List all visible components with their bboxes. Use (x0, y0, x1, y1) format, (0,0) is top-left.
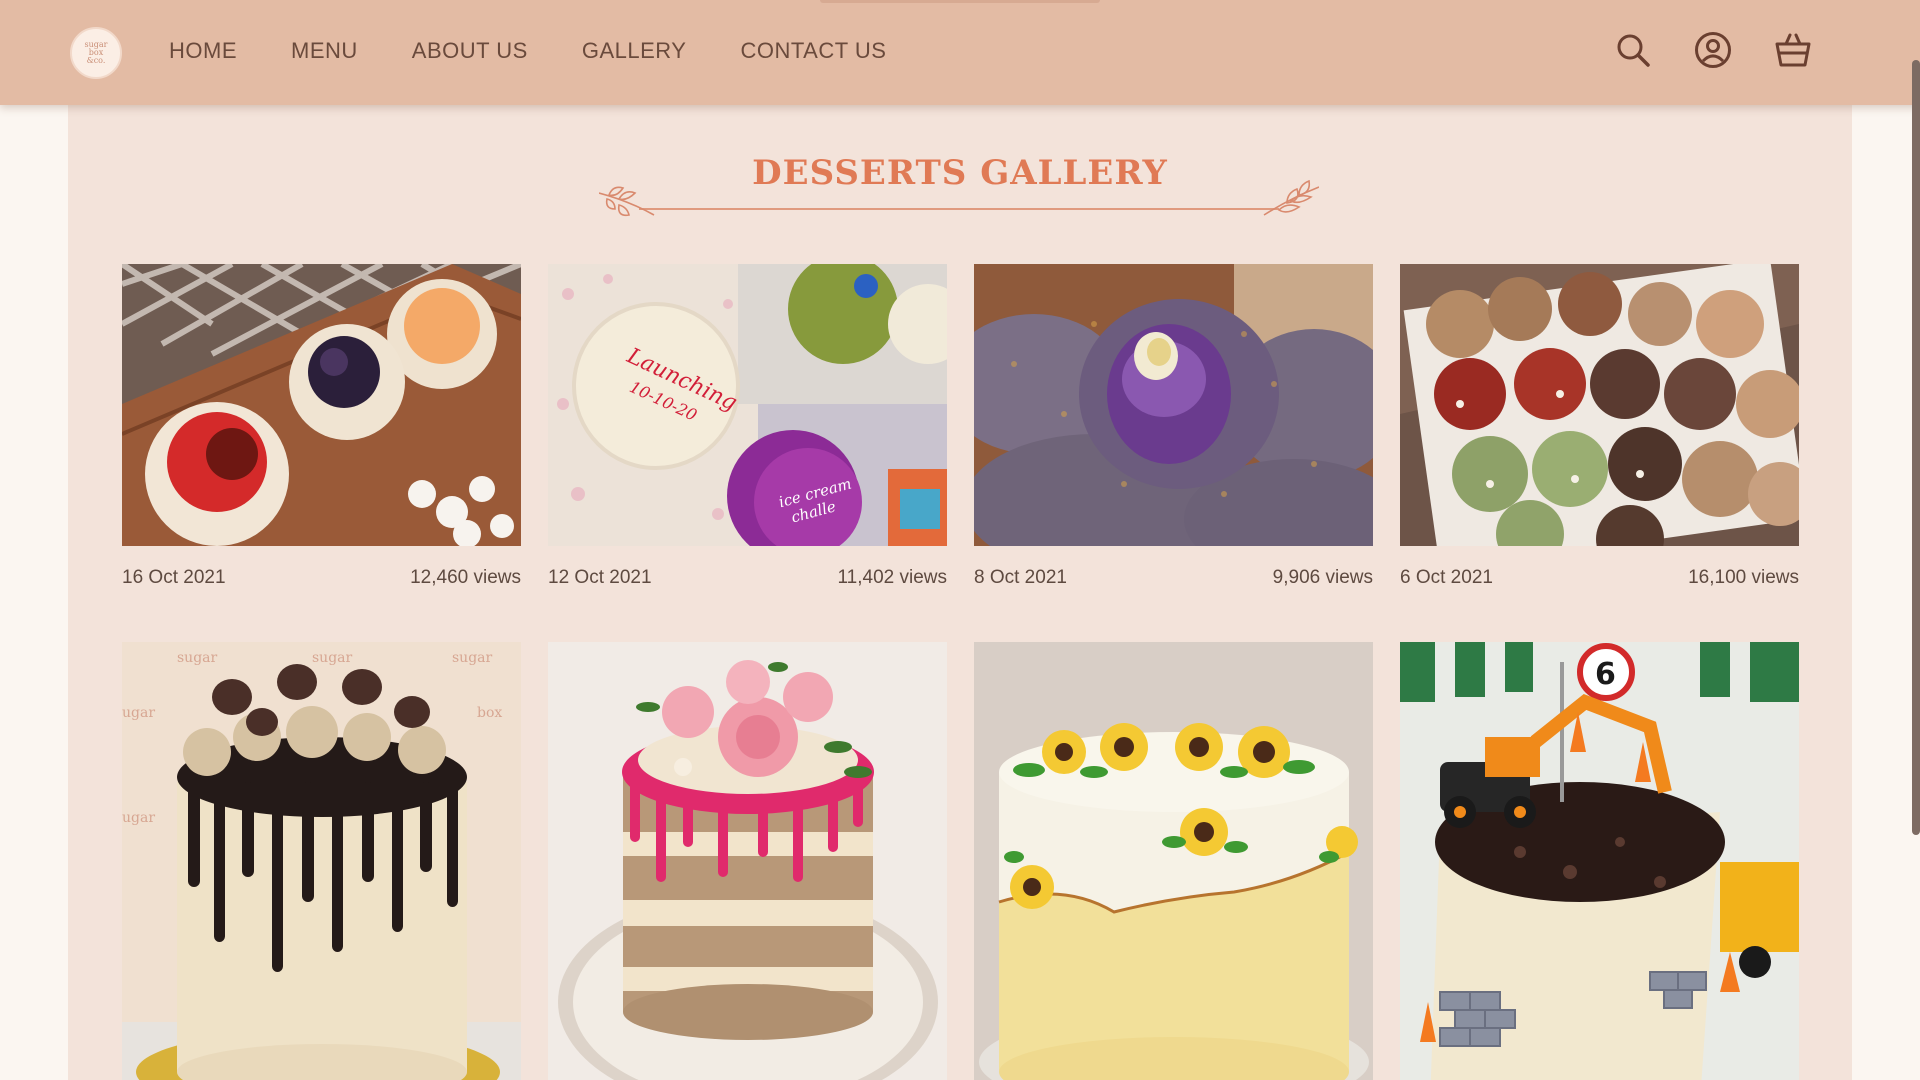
user-account-icon[interactable] (1694, 30, 1732, 70)
view-count: 12,460 views (410, 567, 521, 588)
dessert-photo-sunflower-cake[interactable] (974, 642, 1373, 1080)
gallery-card (974, 642, 1373, 1080)
gallery-card: 8 Oct 2021 9,906 views (974, 264, 1373, 591)
svg-text:6: 6 (1595, 657, 1616, 692)
dessert-photo-chocolate-drip-cake[interactable]: sugar sugar sugar ugar ugar box (122, 642, 521, 1080)
search-icon[interactable] (1614, 30, 1652, 70)
nav-about-us[interactable]: ABOUT US (412, 38, 528, 64)
main-nav: HOME MENU ABOUT US GALLERY CONTACT US (169, 38, 886, 64)
gallery-card: 6 Oct 2021 16,100 views (1400, 264, 1799, 591)
svg-text:box: box (477, 705, 502, 721)
gallery-card: Launching 10-10-20 ice cream challe 12 O… (548, 264, 947, 591)
dessert-photo-cheesecakes[interactable] (122, 264, 521, 546)
card-meta: 12 Oct 2021 11,402 views (548, 567, 947, 591)
view-count: 9,906 views (1272, 567, 1373, 588)
shopping-basket-icon[interactable] (1774, 30, 1812, 70)
gallery-title-block: DESSERTS GALLERY (68, 153, 1852, 233)
svg-text:ugar: ugar (122, 705, 155, 721)
card-meta: 8 Oct 2021 9,906 views (974, 567, 1373, 591)
gallery-card: sugar sugar sugar ugar ugar box (122, 642, 521, 1080)
brand-logo[interactable]: sugar box &co. (70, 27, 122, 79)
dessert-photo-rose-naked-cake[interactable] (548, 642, 947, 1080)
dessert-photo-cookies[interactable] (1400, 264, 1799, 546)
header-notch (820, 0, 1100, 3)
gallery-panel: DESSERTS GALLERY 16 Oct 2021 12,460 view… (68, 105, 1852, 1080)
dessert-photo-bento-cakes[interactable]: Launching 10-10-20 ice cream challe (548, 264, 947, 546)
nav-menu[interactable]: MENU (291, 38, 358, 64)
view-count: 16,100 views (1688, 567, 1799, 588)
card-meta: 16 Oct 2021 12,460 views (122, 567, 521, 591)
nav-gallery[interactable]: GALLERY (582, 38, 687, 64)
page-scrollbar[interactable] (1912, 60, 1920, 835)
view-count: 11,402 views (837, 567, 948, 588)
laurel-divider-icon (599, 179, 1319, 217)
post-date: 16 Oct 2021 (122, 567, 226, 588)
gallery-card: 16 Oct 2021 12,460 views (122, 264, 521, 591)
site-header: sugar box &co. HOME MENU ABOUT US GALLER… (0, 0, 1920, 105)
svg-text:sugar: sugar (177, 650, 218, 666)
gallery-card (548, 642, 947, 1080)
post-date: 8 Oct 2021 (974, 567, 1067, 588)
gallery-grid: 16 Oct 2021 12,460 views Launching 10-10… (122, 264, 1801, 1080)
svg-text:sugar: sugar (452, 650, 493, 666)
post-date: 6 Oct 2021 (1400, 567, 1493, 588)
header-actions (1614, 30, 1812, 70)
post-date: 12 Oct 2021 (548, 567, 652, 588)
card-meta: 6 Oct 2021 16,100 views (1400, 567, 1799, 591)
dessert-photo-ube-pandesal[interactable] (974, 264, 1373, 546)
nav-contact-us[interactable]: CONTACT US (740, 38, 886, 64)
logo-text-line-3: &co. (86, 56, 106, 65)
svg-text:ugar: ugar (122, 810, 155, 826)
gallery-card: 6 (1400, 642, 1799, 1080)
dessert-photo-construction-cake[interactable]: 6 (1400, 642, 1799, 1080)
nav-home[interactable]: HOME (169, 38, 237, 64)
svg-text:sugar: sugar (312, 650, 353, 666)
